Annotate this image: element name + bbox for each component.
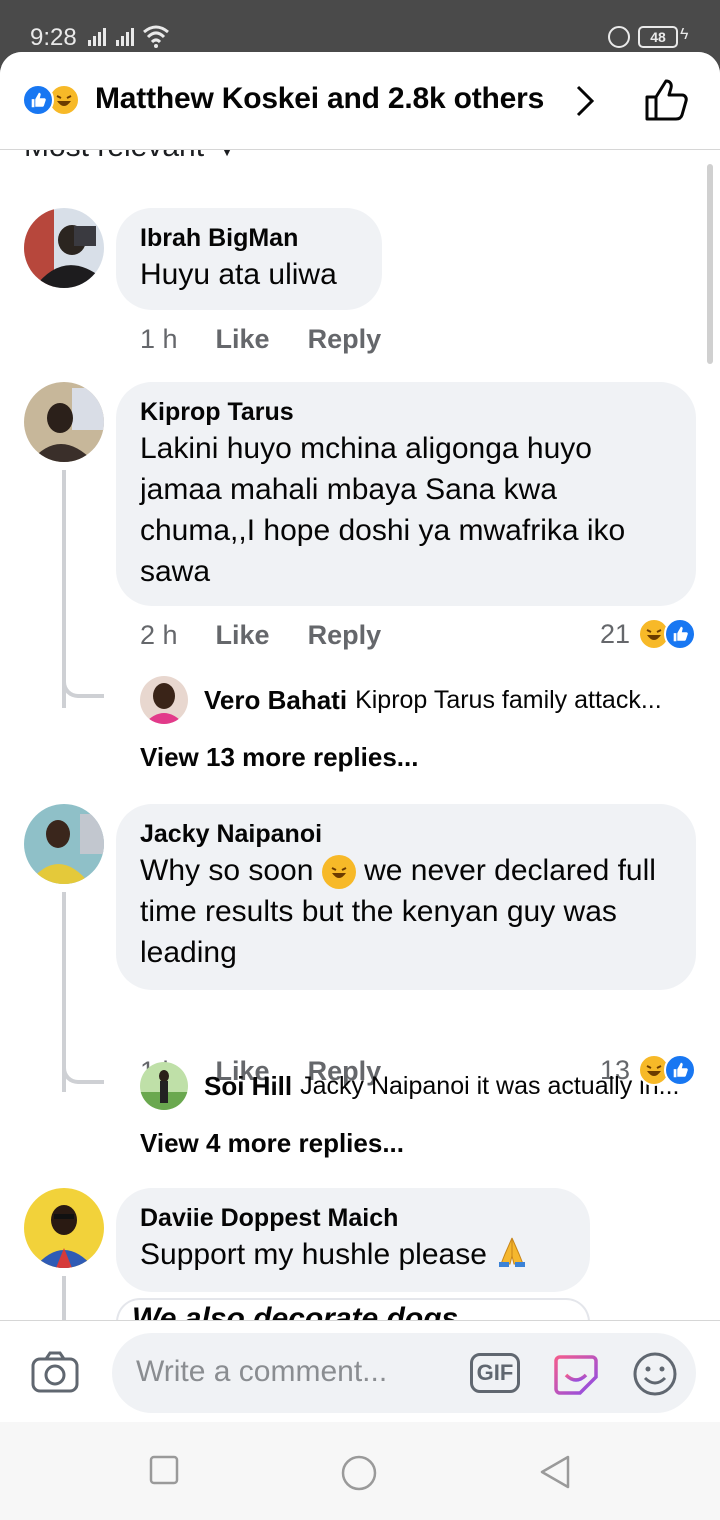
reply-preview[interactable]: Vero Bahati Kiprop Tarus family attack..…: [140, 676, 700, 724]
recents-icon[interactable]: [148, 1454, 180, 1486]
avatar[interactable]: [140, 1062, 188, 1110]
comment-age: 2 h: [140, 620, 178, 650]
home-icon[interactable]: [340, 1454, 378, 1492]
comment-author[interactable]: Jacky Naipanoi: [140, 818, 672, 850]
reply-preview[interactable]: Soi Hill Jacky Naipanoi it was actually …: [140, 1062, 700, 1110]
comment-input[interactable]: Write a comment... GIF: [112, 1333, 696, 1413]
comment-bubble[interactable]: Jacky Naipanoi Why so soon we never decl…: [116, 804, 696, 990]
comment-author[interactable]: Daviie Doppest Maich: [140, 1202, 566, 1234]
like-reaction-icon: [664, 618, 696, 650]
thumbs-up-icon[interactable]: [644, 78, 690, 122]
view-more-replies[interactable]: View 4 more replies...: [140, 1128, 404, 1159]
reaction-count[interactable]: 21: [600, 618, 696, 650]
rotation-lock-icon: [608, 26, 630, 48]
comment-text-part: Support my hushle please: [140, 1238, 487, 1271]
comment-text: Huyu ata uliwa: [140, 258, 337, 291]
comment-input-placeholder: Write a comment...: [136, 1355, 388, 1388]
avatar[interactable]: [140, 676, 188, 724]
gif-button[interactable]: GIF: [470, 1353, 520, 1393]
comment-bubble[interactable]: Kiprop Tarus Lakini huyo mchina aligonga…: [116, 382, 696, 606]
like-reaction-icon: [664, 1054, 696, 1086]
comment-author[interactable]: Kiprop Tarus: [140, 396, 672, 428]
comment-composer: Write a comment... GIF: [0, 1320, 720, 1422]
avatar[interactable]: [24, 804, 104, 884]
thread-branch: [62, 1058, 104, 1084]
thread-branch: [62, 672, 104, 698]
comment-text: Support my hushle please: [140, 1234, 566, 1279]
thread-line: [62, 1276, 66, 1326]
back-icon[interactable]: [538, 1454, 572, 1490]
reactions-header[interactable]: Matthew Koskei and 2.8k others: [0, 52, 720, 150]
likers-summary[interactable]: Matthew Koskei and 2.8k others: [95, 82, 544, 116]
comment-text-part: Why so soon: [140, 854, 314, 887]
like-reaction-icon: [22, 84, 54, 116]
comment-text: Why so soon we never declared full time …: [140, 850, 672, 973]
scrollbar[interactable]: [707, 164, 713, 364]
comments-sheet: Matthew Koskei and 2.8k others Most rele…: [0, 52, 720, 1520]
avatar[interactable]: [24, 208, 104, 288]
view-more-replies[interactable]: View 13 more replies...: [140, 742, 418, 773]
status-bar: 9:28 48 ϟ: [0, 0, 720, 60]
charging-icon: ϟ: [680, 26, 689, 43]
reply-button[interactable]: Reply: [308, 324, 382, 355]
comment-bubble[interactable]: Ibrah BigMan Huyu ata uliwa: [116, 208, 382, 310]
wifi-icon: [143, 25, 169, 48]
reply-text: Kiprop Tarus family attack...: [355, 685, 662, 714]
reaction-count-number: 21: [599, 618, 630, 649]
reply-text: Jacky Naipanoi it was actually in...: [300, 1071, 680, 1100]
comment-actions: 1 h Like Reply: [140, 324, 381, 355]
reply-button[interactable]: Reply: [308, 620, 382, 651]
reaction-icons: [22, 84, 80, 116]
like-button[interactable]: Like: [216, 324, 270, 355]
comment-text: Lakini huyo mchina aligonga huyo jamaa m…: [140, 432, 626, 588]
sticker-icon[interactable]: [552, 1351, 600, 1399]
avatar[interactable]: [24, 1188, 104, 1268]
like-button[interactable]: Like: [216, 620, 270, 651]
emoji-icon[interactable]: [632, 1351, 678, 1397]
status-time: 9:28: [30, 24, 77, 51]
reply-author[interactable]: Vero Bahati: [204, 685, 347, 716]
battery-icon: 48: [638, 26, 678, 48]
comment-author[interactable]: Ibrah BigMan: [140, 222, 358, 254]
avatar[interactable]: [24, 382, 104, 462]
system-nav-bar: [0, 1422, 720, 1520]
camera-icon[interactable]: [30, 1351, 80, 1393]
comment-actions: 2 h Like Reply: [140, 620, 381, 651]
comment-age: 1 h: [140, 324, 178, 354]
signal-icon: [88, 28, 106, 46]
signal-icon-2: [116, 28, 134, 46]
reply-author[interactable]: Soi Hill: [204, 1071, 292, 1102]
chevron-right-icon[interactable]: [574, 84, 596, 118]
comment-bubble[interactable]: Daviie Doppest Maich Support my hushle p…: [116, 1188, 590, 1292]
pray-emoji: [495, 1234, 529, 1279]
tears-of-joy-emoji: [321, 855, 356, 889]
